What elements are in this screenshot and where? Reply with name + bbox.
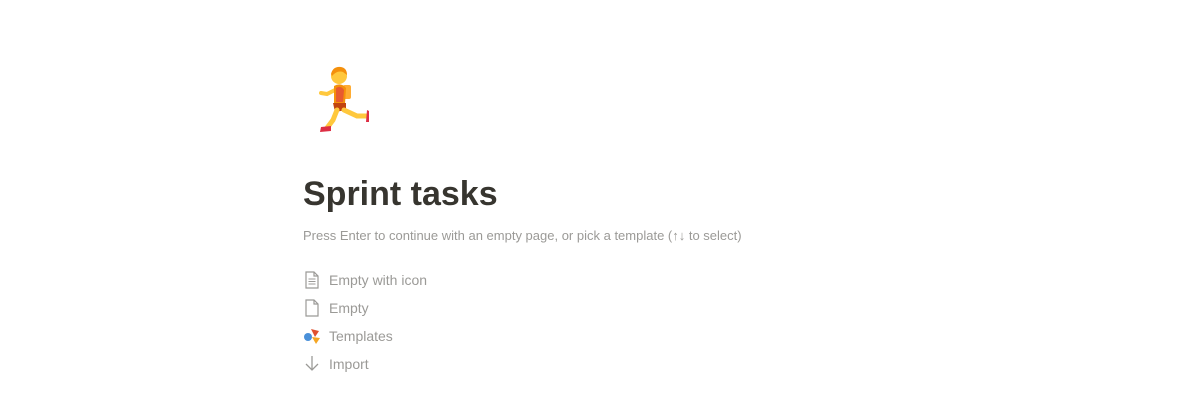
option-label: Empty with icon <box>329 272 428 288</box>
page-title[interactable]: Sprint tasks <box>303 170 498 218</box>
empty-page-hint: Press Enter to continue with an empty pa… <box>303 228 742 243</box>
option-label: Import <box>329 356 369 372</box>
option-label: Templates <box>329 328 393 344</box>
page-with-lines-icon <box>303 271 321 289</box>
option-empty[interactable]: Empty <box>303 294 603 322</box>
option-empty-with-icon[interactable]: Empty with icon <box>303 266 603 294</box>
option-import[interactable]: Import <box>303 350 603 378</box>
option-label: Empty <box>329 300 369 316</box>
template-options-list: Empty with icon Empty Templates Import <box>303 266 603 378</box>
download-arrow-icon <box>303 355 321 373</box>
blank-page-icon <box>303 299 321 317</box>
person-running-icon[interactable] <box>313 64 371 136</box>
templates-shapes-icon <box>303 327 321 345</box>
option-templates[interactable]: Templates <box>303 322 603 350</box>
